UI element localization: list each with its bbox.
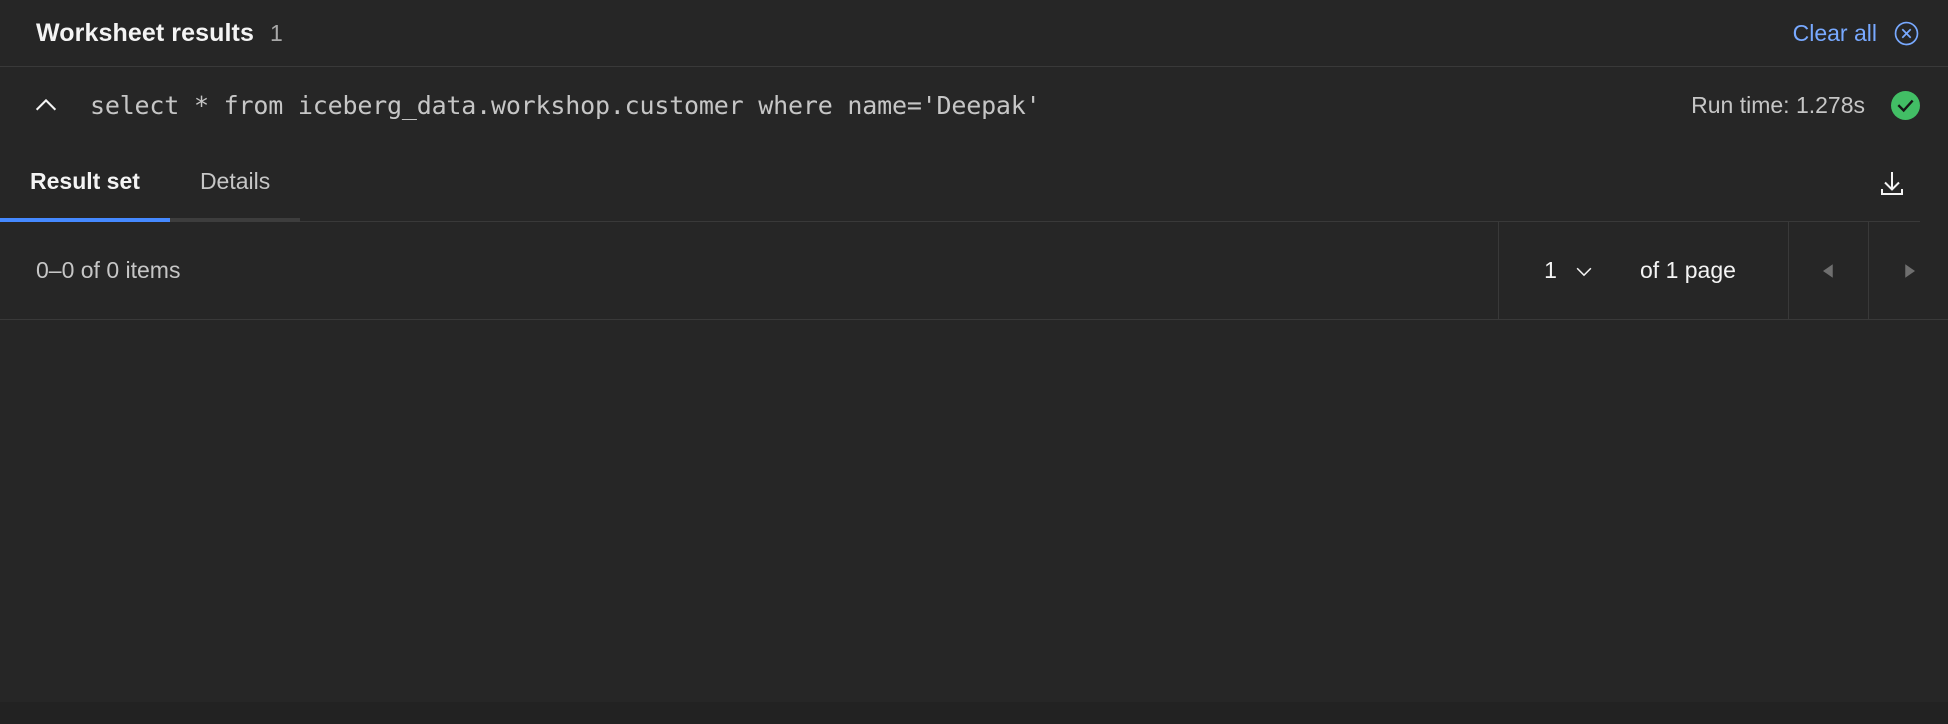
caret-right-icon [1897,259,1921,283]
previous-page-button[interactable] [1788,222,1868,319]
worksheet-results-panel: Worksheet results 1 Clear all select * f… [0,0,1948,724]
page-title: Worksheet results [36,18,254,47]
result-set-empty-area [0,320,1948,702]
page-total-text: of 1 page [1640,257,1736,283]
tab-result-set-label: Result set [30,167,140,194]
query-sql-text: select * from iceberg_data.workshop.cust… [90,91,1041,120]
chevron-up-icon [31,91,61,121]
tabs-filler [300,144,1864,222]
panel-footer [0,702,1948,724]
tab-result-set[interactable]: Result set [0,144,170,222]
tab-details-label: Details [199,167,271,194]
pagination-bar: 0–0 of 0 items 1 of 1 page [0,222,1948,320]
results-tablist: Result set Details [0,144,1948,222]
results-count-badge: 1 [269,19,283,46]
next-page-button[interactable] [1868,222,1948,319]
clear-all-label: Clear all [1792,19,1877,46]
download-results-button[interactable] [1864,144,1920,222]
clear-all-button[interactable]: Clear all [1793,20,1920,47]
close-circle-icon [1893,20,1920,47]
pagination-item-range: 0–0 of 0 items [0,222,1498,319]
page-number-value: 1 [1544,257,1557,283]
chevron-down-icon [1573,260,1595,282]
collapse-query-button[interactable] [26,86,66,126]
query-summary-row: select * from iceberg_data.workshop.cust… [0,67,1948,144]
page-total-label: of 1 page [1640,222,1788,319]
panel-header: Worksheet results 1 Clear all [0,0,1948,67]
checkmark-filled-icon [1891,91,1920,120]
download-icon [1876,167,1908,199]
caret-left-icon [1817,259,1841,283]
pagination-item-range-text: 0–0 of 0 items [36,257,181,283]
tab-details[interactable]: Details [169,144,301,222]
page-number-select[interactable]: 1 [1498,222,1640,319]
run-time-label: Run time: 1.278s [1691,92,1865,118]
